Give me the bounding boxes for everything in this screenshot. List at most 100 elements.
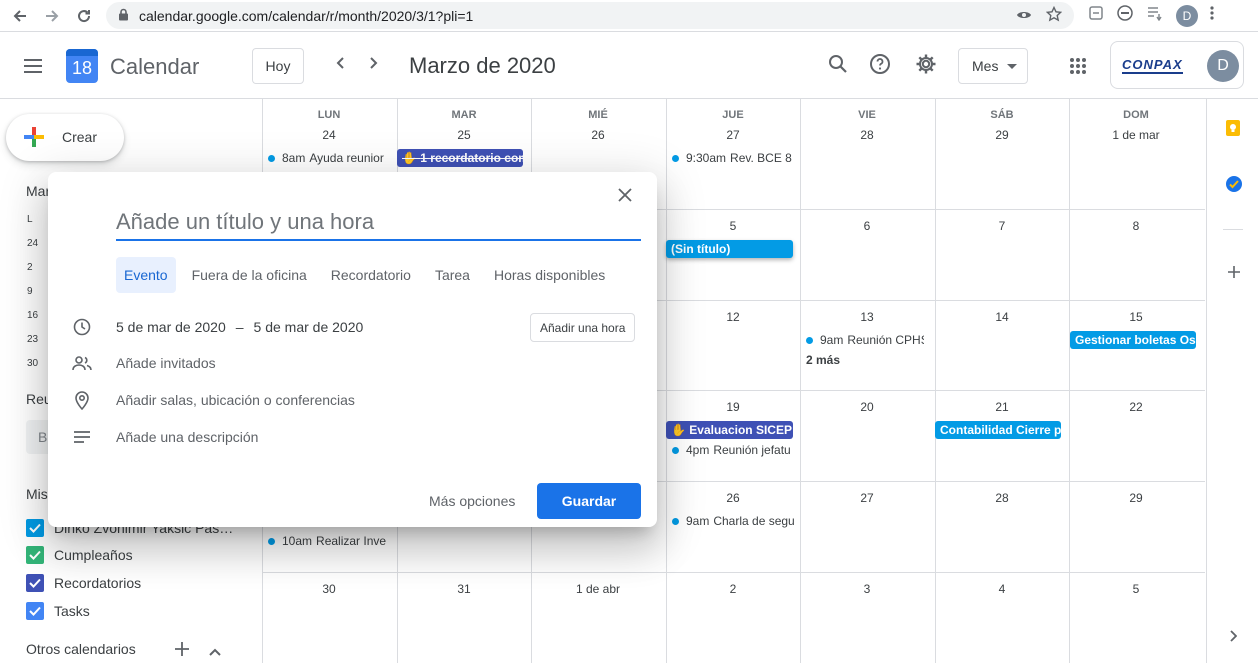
extension-icon[interactable] [1088,5,1104,26]
day-number[interactable]: 22 [1069,400,1203,414]
day-number[interactable]: 13 [800,310,934,324]
description-row[interactable]: Añade una descripción [72,427,258,447]
day-number[interactable]: 1 de abr [531,582,665,596]
event-title-input[interactable] [116,208,641,241]
settings-gear-icon[interactable] [915,53,937,80]
chevron-right-icon[interactable] [1229,629,1238,647]
search-icon[interactable] [827,53,849,80]
start-date[interactable]: 5 de mar de 2020 [116,319,226,335]
reminder-chip[interactable]: ✋ 1 recordatorio com [397,149,523,167]
day-number[interactable]: 19 [666,400,800,414]
day-number[interactable]: 15 [1069,310,1203,324]
end-date[interactable]: 5 de mar de 2020 [254,319,364,335]
other-calendars-title[interactable]: Otros calendarios [26,641,136,657]
tab-out-of-office[interactable]: Fuera de la oficina [184,257,315,293]
day-number[interactable]: 1 de mar [1069,128,1203,142]
day-number[interactable]: 26 [666,491,800,505]
more-options-button[interactable]: Más opciones [421,483,523,519]
address-bar[interactable]: calendar.google.com/calendar/r/month/202… [106,2,1074,29]
event-chip[interactable]: Contabilidad Cierre pr [935,421,1061,439]
mini-day[interactable]: 23 [27,334,38,345]
day-number[interactable]: 20 [800,400,934,414]
calendar-item[interactable]: Tasks [26,602,90,620]
mini-day[interactable]: 16 [27,310,38,321]
event-item[interactable]: 4pm Reunión jefatu [672,443,796,457]
chevron-up-icon[interactable] [208,644,222,662]
checkbox-checked-icon[interactable] [26,574,44,592]
day-number[interactable]: 27 [800,491,934,505]
day-number[interactable]: 29 [1069,491,1203,505]
help-icon[interactable] [869,53,891,80]
day-number[interactable]: 31 [397,582,531,596]
mini-day[interactable]: 30 [27,358,38,369]
day-number[interactable]: 28 [800,128,934,142]
event-item[interactable]: 10am Realizar Inve [268,534,392,548]
browser-profile-avatar[interactable]: D [1176,4,1198,27]
day-number[interactable]: 7 [935,219,1069,233]
event-item[interactable]: 9am Reunión CPHS [806,333,924,347]
forward-icon[interactable] [38,2,66,30]
reading-list-icon[interactable] [1146,5,1164,26]
day-number[interactable]: 5 [1069,582,1203,596]
day-number[interactable]: 8 [1069,219,1203,233]
mini-day[interactable]: 9 [27,286,33,297]
view-selector[interactable]: Mes [958,48,1028,84]
create-button[interactable]: Crear [6,114,124,161]
day-number[interactable]: 4 [935,582,1069,596]
day-number[interactable]: 27 [666,128,800,142]
day-number[interactable]: 2 [666,582,800,596]
reload-icon[interactable] [70,2,98,30]
tab-task[interactable]: Tarea [427,257,478,293]
account-brand-box[interactable]: CONPAX D [1110,41,1244,89]
day-number[interactable]: 30 [262,582,396,596]
keep-icon[interactable] [1225,119,1241,142]
calendar-item[interactable]: Cumpleaños [26,546,133,564]
location-row[interactable]: Añadir salas, ubicación o conferencias [72,390,355,410]
star-icon[interactable] [1045,5,1063,25]
day-number[interactable]: 14 [935,310,1069,324]
tab-reminder[interactable]: Recordatorio [323,257,419,293]
my-calendars-title[interactable]: Mis [26,486,48,502]
main-menu-icon[interactable] [22,55,44,82]
back-icon[interactable] [6,2,34,30]
day-number[interactable]: 3 [800,582,934,596]
event-item[interactable]: 9:30am Rev. BCE 8 [672,151,796,165]
today-button[interactable]: Hoy [252,48,304,84]
tasks-icon[interactable] [1225,175,1243,198]
chevron-right-icon[interactable] [365,55,381,76]
day-number[interactable]: 24 [262,128,396,142]
calendar-item[interactable]: Recordatorios [26,574,141,592]
day-number[interactable]: 28 [935,491,1069,505]
eye-icon[interactable] [1016,8,1032,24]
close-icon[interactable] [618,188,632,207]
tab-event[interactable]: Evento [116,257,176,293]
add-addon-icon[interactable] [1227,265,1241,284]
reminder-chip[interactable]: ✋ Evaluacion SICEP [666,421,793,439]
day-number[interactable]: 26 [531,128,665,142]
event-item[interactable]: 9am Charla de segu [672,514,796,528]
save-button[interactable]: Guardar [537,483,641,519]
checkbox-checked-icon[interactable] [26,546,44,564]
mini-day[interactable]: 2 [27,262,33,273]
mini-day[interactable]: 24 [27,238,38,249]
more-events-link[interactable]: 2 más [806,353,840,367]
day-number[interactable]: 12 [666,310,800,324]
draft-event-chip[interactable]: (Sin título) [666,240,793,258]
day-number[interactable]: 5 [666,219,800,233]
event-item[interactable]: 8am Ayuda reunior [268,151,392,165]
day-number[interactable]: 25 [397,128,531,142]
checkbox-checked-icon[interactable] [26,602,44,620]
avatar[interactable]: D [1207,50,1239,82]
tab-appointment-slots[interactable]: Horas disponibles [486,257,613,293]
day-number[interactable]: 6 [800,219,934,233]
more-vert-icon[interactable] [1210,5,1214,26]
apps-grid-icon[interactable] [1069,57,1087,80]
checkbox-checked-icon[interactable] [26,519,44,537]
day-number[interactable]: 29 [935,128,1069,142]
add-time-button[interactable]: Añadir una hora [530,313,636,342]
event-chip[interactable]: Gestionar boletas Osc [1070,331,1196,349]
day-number[interactable]: 21 [935,400,1069,414]
chevron-left-icon[interactable] [333,55,349,76]
mask-icon[interactable] [1116,4,1134,27]
guests-row[interactable]: Añade invitados [72,353,216,373]
